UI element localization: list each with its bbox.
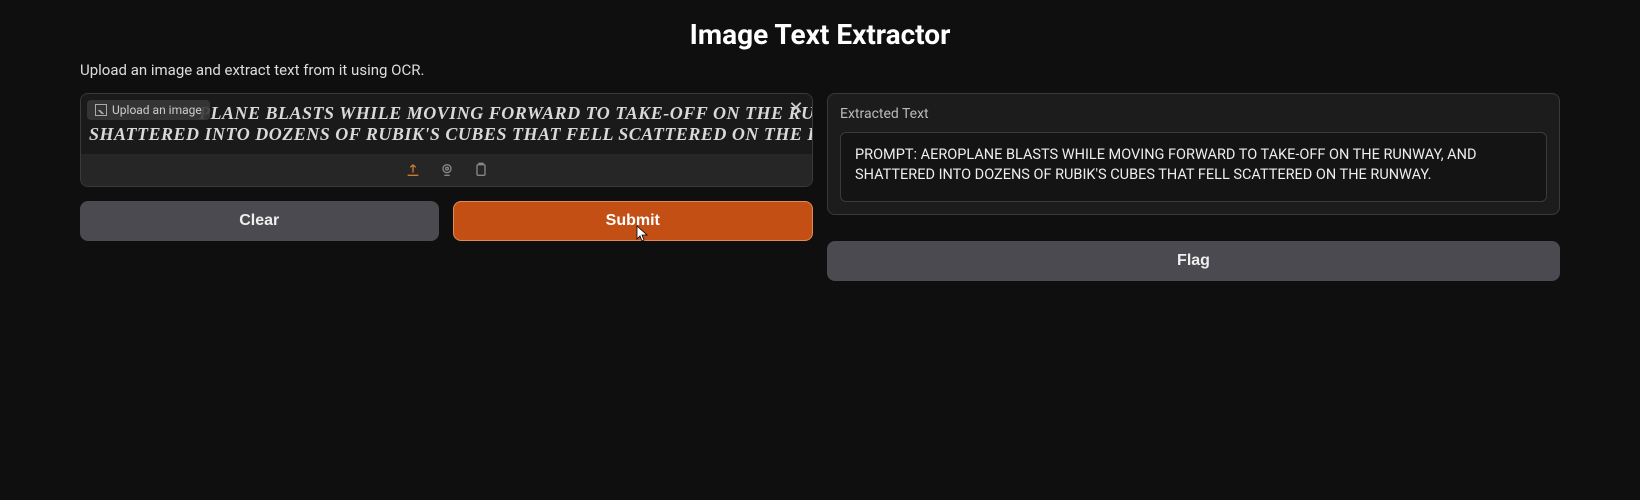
clipboard-icon[interactable]: [473, 162, 489, 178]
close-icon[interactable]: ✕: [786, 98, 806, 118]
page-title: Image Text Extractor: [80, 0, 1560, 61]
upload-icon[interactable]: [405, 162, 421, 178]
output-panel: Extracted Text PROMPT: AEROPLANE BLASTS …: [827, 93, 1560, 215]
image-icon: [95, 104, 107, 116]
clear-button[interactable]: Clear: [80, 201, 439, 241]
upload-label-badge: Upload an image: [87, 100, 210, 120]
upload-panel: Upload an image ✕ PLANE BLASTS WHILE MOV…: [80, 93, 813, 187]
upload-toolbar: [81, 154, 812, 186]
submit-button[interactable]: Submit: [453, 201, 814, 241]
flag-button[interactable]: Flag: [827, 241, 1560, 281]
output-label: Extracted Text: [840, 106, 1547, 122]
webcam-icon[interactable]: [439, 162, 455, 178]
preview-line-2: SHATTERED INTO DOZENS OF RUBIK'S CUBES T…: [89, 124, 804, 145]
page-subtitle: Upload an image and extract text from it…: [80, 61, 1560, 79]
submit-button-label: Submit: [606, 212, 660, 230]
upload-label-text: Upload an image: [112, 103, 202, 117]
preview-line-1: PLANE BLASTS WHILE MOVING FORWARD TO TAK…: [199, 103, 804, 124]
output-text: PROMPT: AEROPLANE BLASTS WHILE MOVING FO…: [840, 132, 1547, 202]
